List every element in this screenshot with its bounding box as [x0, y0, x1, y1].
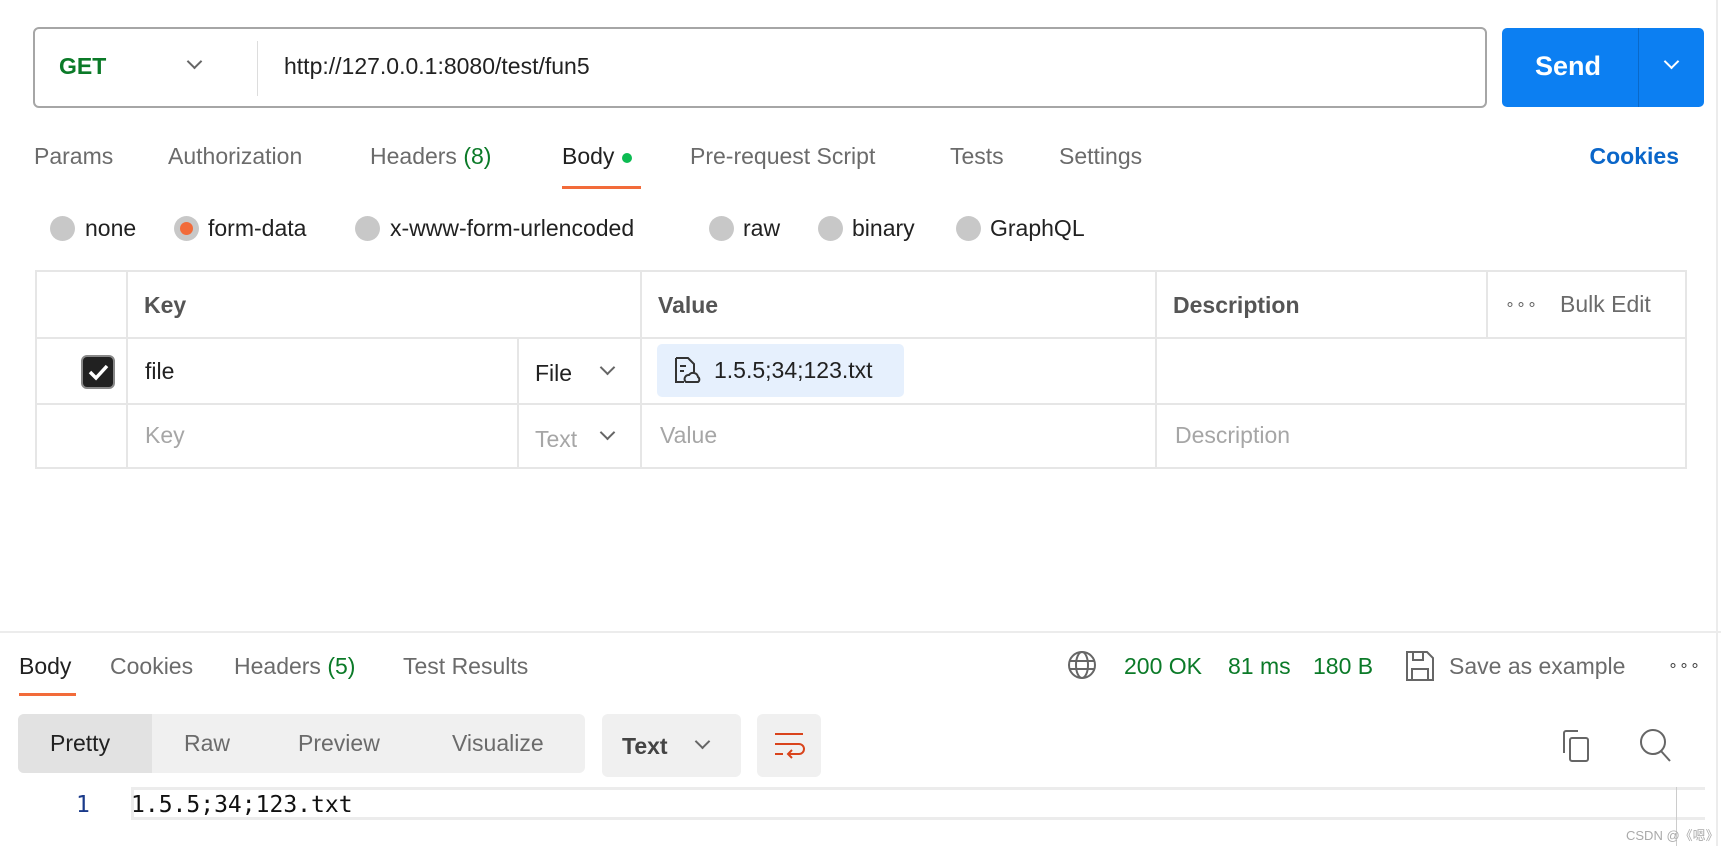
- divider: [37, 337, 1685, 339]
- tab-pre-request-script[interactable]: Pre-request Script: [690, 143, 875, 170]
- type-select[interactable]: Text: [535, 426, 577, 453]
- divider: [640, 272, 642, 467]
- tab-tests[interactable]: Tests: [950, 143, 1004, 170]
- divider: [1638, 28, 1639, 107]
- tab-body[interactable]: Body: [562, 143, 633, 170]
- cookies-link[interactable]: Cookies: [1590, 143, 1679, 170]
- description-input[interactable]: Description: [1175, 422, 1290, 449]
- modified-dot-icon: [622, 152, 633, 163]
- active-tab-indicator: [562, 186, 641, 189]
- wrap-icon: [775, 733, 805, 759]
- url-input[interactable]: http://127.0.0.1:8080/test/fun5: [284, 53, 590, 80]
- line-number: 1: [76, 792, 90, 818]
- file-name: 1.5.5;34;123.txt: [714, 357, 873, 383]
- view-mode-selector: Pretty Raw Preview Visualize: [18, 714, 585, 773]
- view-visualize[interactable]: Visualize: [452, 730, 544, 757]
- divider: [517, 337, 519, 467]
- search-icon[interactable]: [1638, 727, 1672, 763]
- view-pretty-label[interactable]: Pretty: [50, 730, 110, 757]
- divider: [1486, 272, 1488, 337]
- key-cell[interactable]: file: [145, 358, 174, 385]
- tab-authorization[interactable]: Authorization: [168, 143, 302, 170]
- radio-raw[interactable]: [709, 216, 734, 241]
- column-header-key: Key: [144, 292, 187, 318]
- response-time[interactable]: 81 ms: [1228, 653, 1291, 680]
- response-tab-test-results[interactable]: Test Results: [403, 653, 528, 680]
- column-header-description: Description: [1173, 292, 1300, 318]
- response-tab-body[interactable]: Body: [19, 653, 71, 680]
- radio-label: form-data: [208, 215, 307, 241]
- more-options-icon[interactable]: ∘∘∘: [1668, 655, 1701, 675]
- divider: [37, 403, 1685, 405]
- url-bar: GET http://127.0.0.1:8080/test/fun5: [33, 27, 1487, 108]
- response-tab-cookies[interactable]: Cookies: [110, 653, 193, 680]
- radio-label: none: [85, 215, 137, 241]
- more-options-icon[interactable]: ∘∘∘: [1505, 294, 1538, 314]
- tab-label: Headers: [370, 143, 457, 169]
- radio-label: binary: [852, 215, 915, 241]
- key-input[interactable]: Key: [145, 422, 185, 449]
- chevron-down-icon[interactable]: [599, 359, 616, 376]
- tab-params[interactable]: Params: [34, 143, 113, 170]
- count-badge: (5): [327, 653, 356, 679]
- wrap-lines-button[interactable]: [757, 714, 821, 777]
- chevron-down-icon[interactable]: [599, 424, 616, 441]
- chevron-down-icon[interactable]: [186, 53, 203, 70]
- active-tab-indicator: [19, 693, 76, 696]
- bulk-edit-button[interactable]: Bulk Edit: [1560, 291, 1651, 318]
- copy-icon[interactable]: [1560, 729, 1592, 763]
- response-tab-headers[interactable]: Headers (5): [234, 653, 355, 680]
- divider: [126, 272, 128, 467]
- response-editor[interactable]: [131, 787, 1705, 820]
- method-select[interactable]: GET: [59, 53, 106, 80]
- radio-label: raw: [743, 215, 781, 241]
- file-icon: [675, 357, 701, 383]
- send-label: Send: [1535, 51, 1602, 81]
- count-badge: (8): [463, 143, 492, 169]
- radio-graphql[interactable]: [956, 216, 981, 241]
- type-select[interactable]: File: [535, 360, 572, 387]
- column-header-value: Value: [658, 292, 719, 318]
- radio-binary[interactable]: [818, 216, 843, 241]
- radio-label: x-www-form-urlencoded: [390, 215, 635, 241]
- view-preview[interactable]: Preview: [298, 730, 380, 757]
- tab-label: Body: [562, 143, 615, 169]
- radio-x-www-form-urlencoded[interactable]: [355, 216, 380, 241]
- radio-label: GraphQL: [990, 215, 1085, 241]
- globe-icon[interactable]: [1067, 650, 1097, 680]
- format-label: Text: [622, 733, 668, 759]
- watermark: CSDN @《嗯》: [1626, 828, 1719, 843]
- value-input[interactable]: Value: [660, 422, 717, 449]
- send-button[interactable]: Send: [1502, 28, 1704, 107]
- response-line[interactable]: 1.5.5;34;123.txt: [131, 792, 353, 818]
- chevron-down-icon: [694, 733, 711, 750]
- pane-divider[interactable]: [0, 631, 1721, 633]
- window-edge: [1716, 0, 1718, 846]
- status-code[interactable]: 200 OK: [1124, 653, 1202, 680]
- divider: [257, 41, 258, 96]
- response-size[interactable]: 180 B: [1313, 653, 1373, 680]
- send-options-chevron-icon[interactable]: [1663, 53, 1680, 70]
- tab-settings[interactable]: Settings: [1059, 143, 1142, 170]
- tab-label: Headers: [234, 653, 321, 679]
- radio-form-data[interactable]: [174, 216, 199, 241]
- check-icon: [88, 364, 109, 381]
- view-raw[interactable]: Raw: [184, 730, 230, 757]
- save-as-example-button[interactable]: Save as example: [1449, 653, 1625, 680]
- tab-headers[interactable]: Headers (8): [370, 143, 491, 170]
- save-icon[interactable]: [1405, 650, 1435, 682]
- file-chip[interactable]: 1.5.5;34;123.txt: [657, 344, 904, 397]
- radio-none[interactable]: [50, 216, 75, 241]
- format-select[interactable]: Text: [602, 714, 741, 777]
- row-checkbox[interactable]: [81, 355, 115, 389]
- divider: [1155, 272, 1157, 467]
